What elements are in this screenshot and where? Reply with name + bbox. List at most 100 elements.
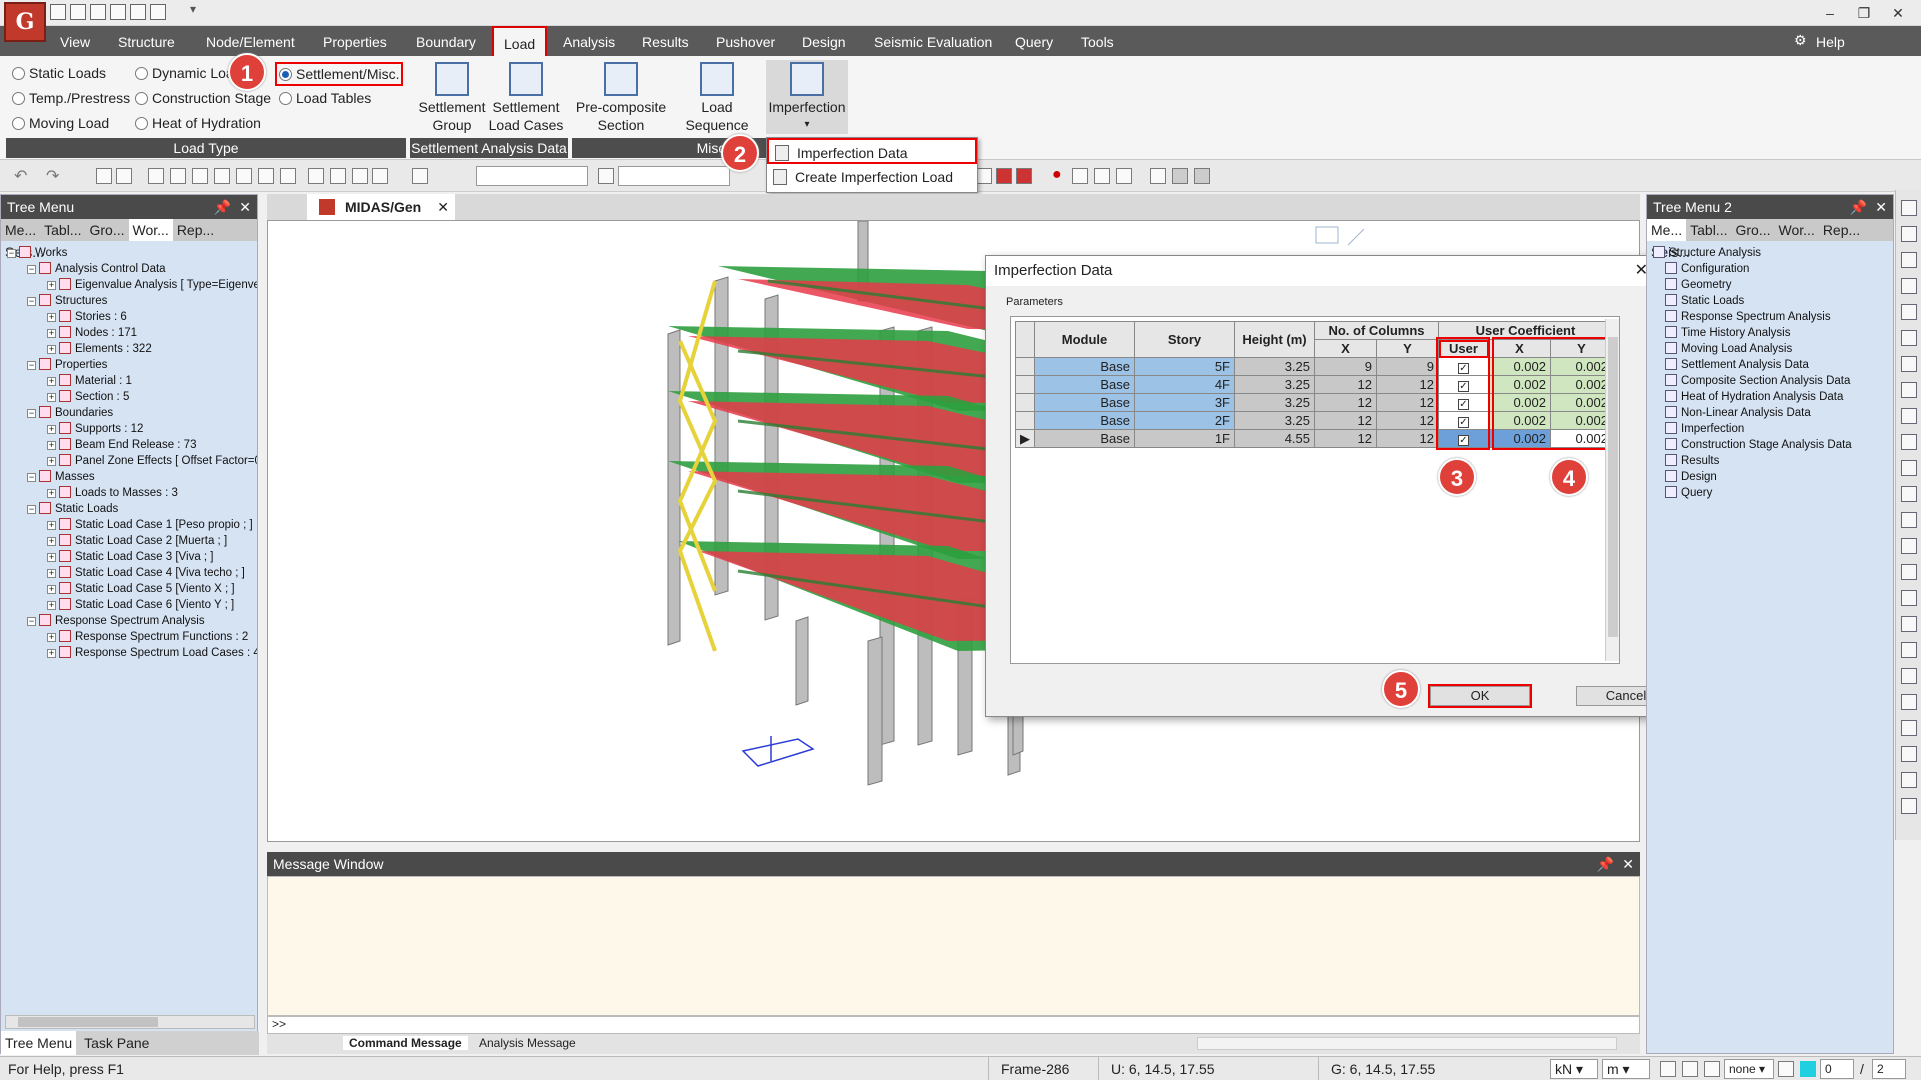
- shrink-icon[interactable]: [352, 168, 368, 184]
- menu-design[interactable]: Design: [792, 26, 856, 56]
- status-snap-icon[interactable]: [1660, 1061, 1676, 1077]
- expand-toggle-icon[interactable]: +: [47, 329, 56, 338]
- strip-tool-16-icon[interactable]: [1901, 590, 1917, 606]
- close-file-icon[interactable]: [90, 4, 106, 20]
- tree-item[interactable]: − Analysis Control Data: [7, 261, 257, 277]
- view-iso-icon[interactable]: [236, 168, 252, 184]
- tree2-item[interactable]: Design: [1653, 469, 1893, 485]
- strip-tool-14-icon[interactable]: [1901, 538, 1917, 554]
- grid-vscrollbar[interactable]: [1605, 319, 1619, 661]
- tab2-works[interactable]: Wor...: [1775, 219, 1819, 241]
- radio-settlement-misc[interactable]: Settlement/Misc.: [275, 62, 404, 86]
- open-file-icon[interactable]: [70, 4, 86, 20]
- tab-reports[interactable]: Rep...: [173, 219, 218, 241]
- menu-properties[interactable]: Properties: [313, 26, 397, 56]
- restore-button[interactable]: ❐: [1850, 3, 1878, 23]
- pre-composite-section-button[interactable]: Pre-composite Section: [574, 62, 668, 134]
- pin2-icon[interactable]: 📌: [1850, 195, 1867, 219]
- status-help-icon[interactable]: [1778, 1061, 1794, 1077]
- strip-tool-10-icon[interactable]: [1901, 434, 1917, 450]
- expand-toggle-icon[interactable]: +: [47, 393, 56, 402]
- lock-display-icon[interactable]: [1172, 168, 1188, 184]
- redo-icon[interactable]: ↷: [46, 166, 59, 186]
- radio-temp-prestress[interactable]: Temp./Prestress: [12, 90, 130, 106]
- minimize-button[interactable]: –: [1816, 3, 1844, 23]
- tree-item[interactable]: − Works: [7, 245, 257, 261]
- strip-tool-8-icon[interactable]: [1901, 382, 1917, 398]
- message-close-icon[interactable]: ✕: [1622, 852, 1634, 876]
- expand-toggle-icon[interactable]: +: [47, 601, 56, 610]
- tree-item[interactable]: + Elements : 322: [7, 341, 257, 357]
- expand-toggle-icon[interactable]: +: [47, 649, 56, 658]
- menu-pushover[interactable]: Pushover: [706, 26, 785, 56]
- copy-display-icon[interactable]: [1150, 168, 1166, 184]
- element-2-icon[interactable]: [1094, 168, 1110, 184]
- tree-menu-close-icon[interactable]: ✕: [239, 195, 251, 219]
- expand-toggle-icon[interactable]: +: [47, 569, 56, 578]
- help-gear-icon[interactable]: ⚙: [1794, 32, 1807, 49]
- page-value-input[interactable]: 0: [1820, 1059, 1854, 1079]
- strip-tool-7-icon[interactable]: [1901, 356, 1917, 372]
- message-hscrollbar[interactable]: [1197, 1037, 1617, 1050]
- status-grid-icon[interactable]: [1682, 1061, 1698, 1077]
- strip-tool-21-icon[interactable]: [1901, 720, 1917, 736]
- strip-tool-18-icon[interactable]: [1901, 642, 1917, 658]
- strip-tool-23-icon[interactable]: [1901, 772, 1917, 788]
- node-dot-icon[interactable]: ●: [1052, 166, 1062, 184]
- strip-tool-6-icon[interactable]: [1901, 330, 1917, 346]
- tab2-groups[interactable]: Gro...: [1731, 219, 1774, 241]
- tree-item[interactable]: + Static Load Case 6 [Viento Y ; ]: [7, 597, 257, 613]
- view-front-icon[interactable]: [258, 168, 274, 184]
- tree-item[interactable]: + Static Load Case 2 [Muerta ; ]: [7, 533, 257, 549]
- tree-item[interactable]: + Nodes : 171: [7, 325, 257, 341]
- zoom-fit-icon[interactable]: [148, 168, 164, 184]
- tab-tree-menu[interactable]: Tree Menu: [1, 1031, 77, 1055]
- menu-help[interactable]: Help: [1806, 26, 1855, 56]
- undo-icon[interactable]: ↶: [14, 166, 27, 186]
- collapse-toggle-icon[interactable]: −: [7, 249, 16, 258]
- menu-view[interactable]: View: [50, 26, 100, 56]
- tree2-item[interactable]: Heat of Hydration Analysis Data: [1653, 389, 1893, 405]
- rotate-icon[interactable]: [214, 168, 230, 184]
- tree-item[interactable]: + Response Spectrum Functions : 2: [7, 629, 257, 645]
- row-selector[interactable]: ▶: [1015, 429, 1035, 448]
- settlement-load-cases-button[interactable]: Settlement Load Cases: [488, 62, 564, 134]
- row-selector[interactable]: [1015, 393, 1035, 412]
- menu-create-imperfection-load[interactable]: Create Imperfection Load: [767, 164, 977, 190]
- tree-item[interactable]: + Static Load Case 1 [Peso propio ; ]: [7, 517, 257, 533]
- collapse-toggle-icon[interactable]: −: [27, 505, 36, 514]
- expand-toggle-icon[interactable]: +: [47, 313, 56, 322]
- tree-item[interactable]: + Material : 1: [7, 373, 257, 389]
- close-window-button[interactable]: ✕: [1884, 3, 1912, 23]
- strip-tool-12-icon[interactable]: [1901, 486, 1917, 502]
- strip-tool-9-icon[interactable]: [1901, 408, 1917, 424]
- tree-item[interactable]: + Eigenvalue Analysis [ Type=Eigenvecto: [7, 277, 257, 293]
- mode-select[interactable]: none ▾: [1724, 1059, 1774, 1079]
- expand-toggle-icon[interactable]: +: [47, 425, 56, 434]
- menu-tools[interactable]: Tools: [1071, 26, 1124, 56]
- radio-load-tables[interactable]: Load Tables: [279, 90, 371, 106]
- color-swatch[interactable]: [1800, 1061, 1816, 1077]
- hidden-view-icon[interactable]: [308, 168, 324, 184]
- expand-toggle-icon[interactable]: +: [47, 585, 56, 594]
- select-window-icon[interactable]: [116, 168, 132, 184]
- tree-item[interactable]: − Boundaries: [7, 405, 257, 421]
- strip-tool-1-icon[interactable]: [1901, 200, 1917, 216]
- filter-combo[interactable]: [618, 166, 730, 186]
- expand-toggle-icon[interactable]: +: [47, 345, 56, 354]
- tree-item[interactable]: + Response Spectrum Load Cases : 4: [7, 645, 257, 661]
- tree-item[interactable]: + Loads to Masses : 3: [7, 485, 257, 501]
- tree-item[interactable]: + Static Load Case 4 [Viva techo ; ]: [7, 565, 257, 581]
- tree2-item[interactable]: Settlement Analysis Data: [1653, 357, 1893, 373]
- tree2-item[interactable]: Time History Analysis: [1653, 325, 1893, 341]
- tab-analysis-message[interactable]: Analysis Message: [473, 1036, 582, 1050]
- menu-load[interactable]: Load: [492, 26, 548, 56]
- menu-results[interactable]: Results: [632, 26, 699, 56]
- collapse-toggle-icon[interactable]: −: [27, 617, 36, 626]
- strip-tool-17-icon[interactable]: [1901, 616, 1917, 632]
- strip-tool-20-icon[interactable]: [1901, 694, 1917, 710]
- filter-icon[interactable]: [598, 168, 614, 184]
- tree2-item[interactable]: Imperfection: [1653, 421, 1893, 437]
- command-prompt[interactable]: >>: [267, 1016, 1640, 1034]
- collapse-toggle-icon[interactable]: −: [27, 409, 36, 418]
